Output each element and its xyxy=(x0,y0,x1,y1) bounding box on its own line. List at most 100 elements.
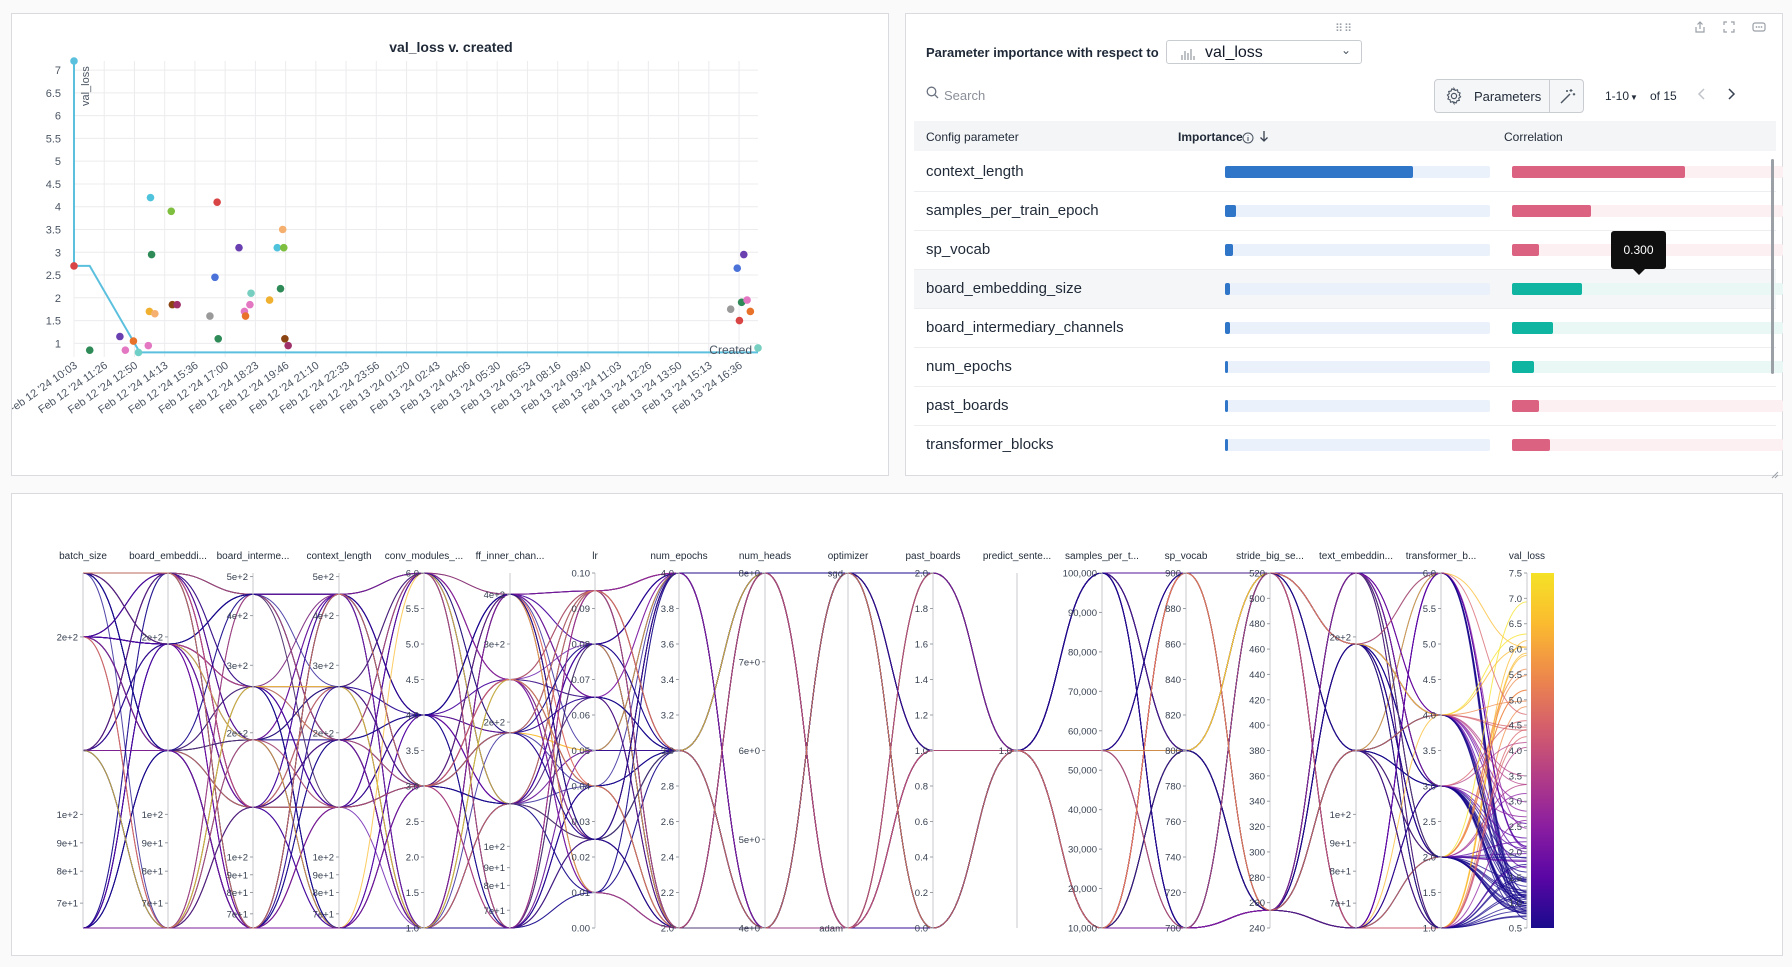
run-line xyxy=(82,572,1528,929)
axis-label: predict_sente... xyxy=(983,551,1051,562)
axis-tick-label: 2.5 xyxy=(406,817,419,828)
prev-page-button[interactable] xyxy=(1697,87,1707,106)
run-line xyxy=(82,572,1528,929)
data-point xyxy=(746,307,755,316)
correlation-bar-track xyxy=(1512,322,1783,334)
y-tick-label: 2.5 xyxy=(46,270,61,282)
run-line xyxy=(82,572,1528,929)
data-point xyxy=(146,193,155,202)
table-scrollbar[interactable] xyxy=(1771,159,1774,374)
data-point xyxy=(247,289,255,298)
run-line xyxy=(82,572,1528,929)
metric-select[interactable]: val_loss ⌄ xyxy=(1166,40,1362,64)
parameter-name: sp_vocab xyxy=(926,241,991,258)
run-line xyxy=(82,572,1528,929)
run-line xyxy=(83,572,1528,929)
axis-tick-label: 2e+2 xyxy=(227,728,248,739)
axis-tick-label: 3e+2 xyxy=(484,640,505,651)
y-tick-label: 5.5 xyxy=(46,133,61,145)
table-row[interactable]: samples_per_train_epoch xyxy=(914,192,1783,231)
axis-tick-label: 70,000 xyxy=(1068,687,1097,698)
axis-tick-label: 0.08 xyxy=(572,640,591,651)
resize-handle-icon[interactable] xyxy=(1771,466,1779,484)
run-line xyxy=(82,572,1528,929)
importance-bar-track xyxy=(1225,439,1490,451)
table-row[interactable]: context_length xyxy=(914,153,1783,192)
column-header-importance[interactable]: Importance xyxy=(1178,130,1243,144)
axis-tick-label: 2.0 xyxy=(1423,853,1436,864)
axis-tick-label: 0.6 xyxy=(915,817,928,828)
fullscreen-icon[interactable] xyxy=(1722,20,1736,37)
run-line xyxy=(82,572,1528,929)
importance-bar xyxy=(1225,322,1231,334)
table-row[interactable]: board_intermediary_channels xyxy=(914,309,1783,348)
x-axis-label: Created xyxy=(709,343,752,357)
axis-tick-label: 8e+0 xyxy=(739,569,760,580)
axis-tick-label: 7e+1 xyxy=(227,909,248,920)
table-row[interactable]: transformer_blocks xyxy=(914,426,1783,465)
axis-tick-label: 1.2 xyxy=(915,711,928,722)
axis-tick-label: 240 xyxy=(1249,924,1265,935)
data-point xyxy=(129,337,138,345)
importance-bar xyxy=(1225,205,1236,217)
parameters-button[interactable]: Parameters xyxy=(1434,79,1550,113)
importance-bar-track xyxy=(1225,244,1490,256)
search-input[interactable] xyxy=(944,84,1144,106)
axis-tick-label: 1.0 xyxy=(999,746,1012,757)
parallel-coordinates-plot[interactable]: batch_size 2e+2 1e+2 9e+1 8e+1 7e+1 board_embe… xyxy=(12,494,1782,955)
axis-tick-label: 4.0 xyxy=(661,569,674,580)
axis-tick-label: 7.0 xyxy=(1509,594,1522,605)
axis-tick-label: 320 xyxy=(1249,822,1265,833)
axis-tick-label: 4.5 xyxy=(406,675,419,686)
share-icon[interactable] xyxy=(1693,20,1707,37)
axis-tick-label: 4.5 xyxy=(1423,675,1436,686)
axis-tick-label: 0.04 xyxy=(572,782,591,793)
axis-label: past_boards xyxy=(905,551,960,562)
table-row[interactable]: num_epochs xyxy=(914,348,1783,387)
axis-tick-label: 340 xyxy=(1249,797,1265,808)
data-point xyxy=(85,346,94,354)
axis-tick-label: 260 xyxy=(1249,898,1265,909)
table-row[interactable]: past_boards xyxy=(914,387,1783,426)
parameter-name: board_embedding_size xyxy=(926,280,1082,297)
page-range-select[interactable]: 1-10▼ xyxy=(1605,89,1638,103)
data-point xyxy=(121,346,130,354)
scatter-plot[interactable]: 76.565.554.543.532.521.51Feb 12 '24 10:0… xyxy=(12,14,888,475)
axis-label: sp_vocab xyxy=(1165,551,1208,562)
axis-tick-label: 740 xyxy=(1165,853,1181,864)
correlation-bar-track xyxy=(1512,439,1783,451)
data-point xyxy=(241,312,250,320)
axis-tick-label: 300 xyxy=(1249,847,1265,858)
axis-tick-label: 6.0 xyxy=(406,569,419,580)
drag-handle-icon[interactable]: ⠿⠿ xyxy=(1335,22,1353,35)
info-icon[interactable] xyxy=(1242,131,1254,149)
run-line xyxy=(82,572,1528,929)
axis-tick-label: 80,000 xyxy=(1068,647,1097,658)
axis-tick-label: 10,000 xyxy=(1068,924,1097,935)
axis-tick-label: 1.0 xyxy=(1509,898,1522,909)
axis-tick-label: 50,000 xyxy=(1068,766,1097,777)
run-line xyxy=(83,572,1528,929)
axis-tick-label: 2.0 xyxy=(406,853,419,864)
importance-bar-track xyxy=(1225,400,1490,412)
run-line xyxy=(82,572,1528,929)
column-header-correlation[interactable]: Correlation xyxy=(1504,130,1563,144)
magic-wand-button[interactable] xyxy=(1549,79,1584,113)
correlation-bar xyxy=(1512,205,1591,217)
axis-tick-label: 880 xyxy=(1165,604,1181,615)
table-row[interactable]: board_embedding_size xyxy=(914,270,1783,309)
axis-tick-label: 1.5 xyxy=(1423,888,1436,899)
axis-tick-label: 1.5 xyxy=(406,888,419,899)
axis-tick-label: 60,000 xyxy=(1068,726,1097,737)
sort-descending-icon[interactable] xyxy=(1259,130,1269,148)
more-options-icon[interactable] xyxy=(1752,20,1766,37)
next-page-button[interactable] xyxy=(1726,87,1736,106)
correlation-bar xyxy=(1512,361,1534,373)
parameter-importance-panel: ⠿⠿ Parameter importance with respect to … xyxy=(905,13,1783,479)
parameter-name: past_boards xyxy=(926,397,1009,414)
run-line xyxy=(82,572,1528,929)
parallel-coordinates-panel: batch_size 2e+2 1e+2 9e+1 8e+1 7e+1 board_embe… xyxy=(11,493,1783,956)
axis-tick-label: 480 xyxy=(1249,619,1265,630)
column-header-config-parameter[interactable]: Config parameter xyxy=(926,130,1019,144)
run-line xyxy=(82,572,1528,929)
